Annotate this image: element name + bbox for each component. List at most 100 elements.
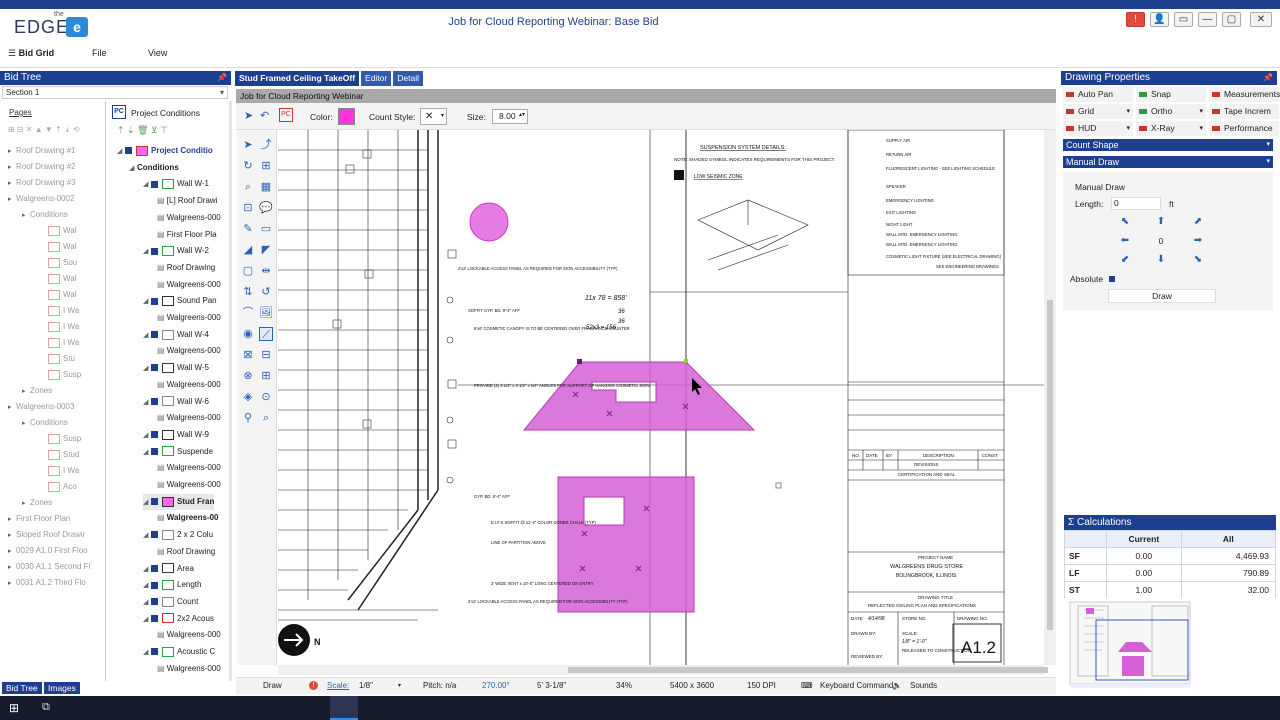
visibility-checkbox[interactable] <box>151 247 158 255</box>
list-item[interactable]: ▸ Zones <box>22 383 52 399</box>
minimap[interactable] <box>1064 598 1276 690</box>
expand-arrow-icon[interactable]: ▸ <box>8 144 16 160</box>
list-item[interactable]: ◢ Wall W-5 <box>143 360 209 376</box>
list-item[interactable]: ▸ Conditions <box>22 415 68 431</box>
list-item[interactable]: ◢ Length <box>143 577 201 593</box>
line-icon[interactable]: ⟋ <box>259 327 273 341</box>
visibility-checkbox[interactable] <box>151 431 158 439</box>
task-view-icon[interactable]: ⧉ <box>42 701 50 714</box>
expand-arrow-icon[interactable]: ◢ <box>143 528 151 544</box>
pin-icon[interactable]: ⚲ <box>241 411 255 425</box>
list-item[interactable]: ▸ First Floor Plan <box>8 511 70 527</box>
list-item[interactable]: ▸ Roof Drawing #3 <box>8 175 76 191</box>
visibility-checkbox[interactable] <box>151 331 158 339</box>
search-icon[interactable]: ⌕ <box>259 411 273 425</box>
arrow-up-icon[interactable]: ⬆ <box>1151 214 1171 230</box>
color-picker[interactable] <box>338 108 355 125</box>
scale-icon[interactable]: ⊞ <box>259 369 273 383</box>
list-item[interactable]: ◢ Area <box>143 561 194 577</box>
grid-tool-icon[interactable]: ⊞ <box>259 159 273 173</box>
tab-bid-tree[interactable]: Bid Tree <box>2 682 42 694</box>
takeoff-circle[interactable] <box>469 202 509 242</box>
scroll-thumb[interactable] <box>1047 300 1053 630</box>
list-item[interactable]: ▤ Roof Drawing <box>157 260 215 276</box>
vertical-scrollbar[interactable] <box>1044 130 1056 665</box>
toggle-button[interactable]: Measurements <box>1209 87 1280 102</box>
length-input[interactable]: 0 <box>1111 197 1161 210</box>
list-item[interactable]: ▸ Roof Drawing #2 <box>8 159 76 175</box>
tab-stud-framed[interactable]: Stud Framed Ceiling TakeOff <box>235 71 360 86</box>
list-item[interactable]: ▤ Walgreens-000 <box>157 661 221 677</box>
list-item[interactable]: Susp <box>40 431 81 447</box>
list-item[interactable]: ▤ Roof Drawing <box>157 544 215 560</box>
alert-icon[interactable]: ! <box>1126 12 1145 27</box>
expand-arrow-icon[interactable]: ◢ <box>117 144 125 160</box>
chevron-down-icon[interactable]: ▾ <box>1126 104 1130 119</box>
arrow-down-left-icon[interactable]: ⬋ <box>1115 252 1135 268</box>
horizontal-scrollbar[interactable] <box>278 665 1048 675</box>
shape-icon[interactable]: ◈ <box>241 390 255 404</box>
arrow-up-left-icon[interactable]: ⬉ <box>1115 214 1135 230</box>
list-item[interactable]: ◢ 2 x 2 Colu <box>143 527 213 543</box>
scale-value[interactable]: 1/8" <box>359 681 373 691</box>
undo-icon[interactable]: ↺ <box>259 285 273 299</box>
list-item[interactable]: I Wa <box>40 463 79 479</box>
list-item[interactable]: Stud <box>40 447 79 463</box>
minimap-svg[interactable] <box>1064 598 1276 690</box>
list-item[interactable]: ▤ Walgreens-000 <box>157 343 221 359</box>
visibility-checkbox[interactable] <box>151 498 158 506</box>
expand-arrow-icon[interactable]: ◢ <box>143 177 151 193</box>
condition-icon[interactable]: PC <box>279 108 293 122</box>
keyboard-command[interactable]: Keyboard Command <box>820 681 893 691</box>
list-item[interactable]: ◢ Wall W-9 <box>143 427 209 443</box>
pointer-icon[interactable]: ➤ <box>244 109 253 122</box>
arrow-right-icon[interactable]: ➡ <box>1188 233 1208 249</box>
list-item[interactable]: ◢ Wall W-2 <box>143 243 209 259</box>
list-item[interactable]: Wal <box>40 271 76 287</box>
expand-arrow-icon[interactable]: ▸ <box>22 208 30 224</box>
size-input[interactable]: 8.00 ▴▾ <box>492 109 528 124</box>
list-item[interactable]: ◢ Count <box>143 594 198 610</box>
expand-arrow-icon[interactable]: ▸ <box>8 528 16 544</box>
edge-app-taskbar-icon[interactable] <box>330 696 358 720</box>
list-item[interactable]: Sou <box>40 255 77 271</box>
list-item[interactable]: ▸ 0031 A1.2 Third Flo <box>8 575 86 591</box>
undo-icon[interactable]: ↶ <box>260 109 269 122</box>
rectangle-icon[interactable]: ▭ <box>259 222 273 236</box>
list-item[interactable]: ▤ Walgreens-000 <box>157 460 221 476</box>
toggle-button[interactable]: Ortho ▾ <box>1136 104 1206 119</box>
rotate-icon[interactable]: ↻ <box>241 159 255 173</box>
print-icon[interactable]: ▭ <box>1174 12 1193 27</box>
list-item[interactable]: I Wa <box>40 319 79 335</box>
visibility-checkbox[interactable] <box>151 397 158 405</box>
arrow-up-right-icon[interactable]: ⬈ <box>1188 214 1208 230</box>
visibility-checkbox[interactable] <box>151 564 158 572</box>
minimize-button[interactable]: — <box>1198 12 1217 27</box>
scale-link[interactable]: Scale: <box>327 681 349 691</box>
list-item[interactable]: ▤ [L] Roof Drawi <box>157 193 217 209</box>
visibility-checkbox[interactable] <box>151 297 158 305</box>
tab-detail[interactable]: Detail <box>393 71 423 86</box>
expand-arrow-icon[interactable]: ◢ <box>143 645 151 661</box>
hscroll-thumb[interactable] <box>568 667 1048 673</box>
expand-arrow-icon[interactable]: ◢ <box>143 294 151 310</box>
square-icon[interactable]: ▢ <box>241 264 255 278</box>
list-item[interactable]: ◢ Conditions <box>129 160 179 176</box>
count-style-select[interactable]: ✕ ▾ <box>420 108 447 125</box>
visibility-checkbox[interactable] <box>125 147 132 155</box>
toggle-button[interactable]: HUD ▾ <box>1063 121 1133 136</box>
pin-icon[interactable]: 📌 <box>1263 71 1273 85</box>
list-item[interactable]: ▸ Walgreens-0002 <box>8 191 74 207</box>
tab-images[interactable]: Images <box>44 682 80 694</box>
expand-arrow-icon[interactable]: ▸ <box>8 192 16 208</box>
drawing-canvas[interactable]: SUSPENSION SYSTEM DETAILS: NOTE: SHADED … <box>278 130 1044 665</box>
arrow-down-right-icon[interactable]: ⬊ <box>1188 252 1208 268</box>
list-item[interactable]: ◢ Acoustic C <box>143 644 215 660</box>
visibility-checkbox[interactable] <box>151 447 158 455</box>
windows-start-icon[interactable]: ⊞ <box>9 701 19 715</box>
takeoff-trapezoid[interactable] <box>522 361 756 431</box>
expand-arrow-icon[interactable]: ◢ <box>143 244 151 260</box>
chevron-down-icon[interactable]: ▾ <box>1199 104 1203 119</box>
splitter[interactable] <box>229 101 232 681</box>
list-item[interactable]: Wal <box>40 223 76 239</box>
